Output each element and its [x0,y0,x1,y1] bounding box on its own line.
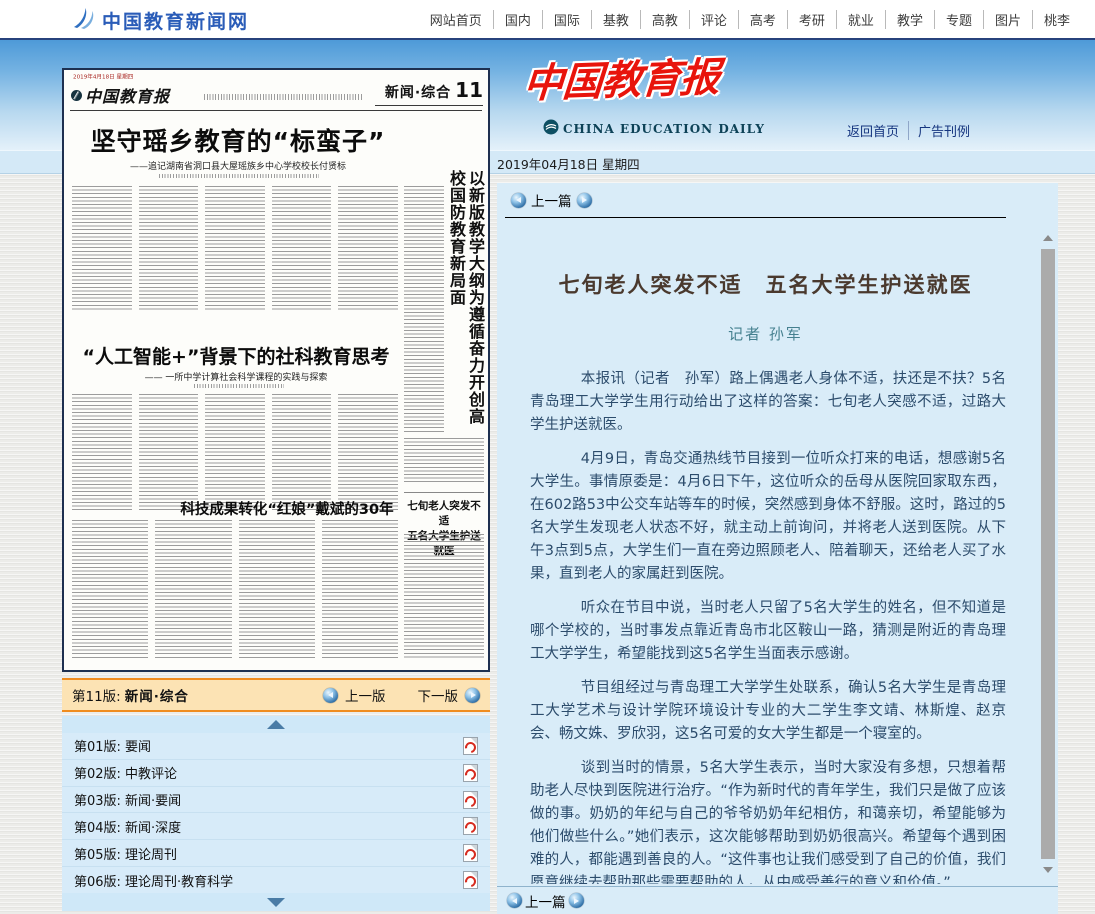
newspaper-masthead-logo: 中国教育报 [71,83,170,107]
newspaper-text-columns-2 [72,394,398,510]
nav-item-taoli[interactable]: 桃李 [1032,10,1081,29]
edition-nav-bar: 第11版: 新闻·综合 上一版 下一版 [62,678,490,712]
newspaper-headline-1-subtitle: ——追记湖南省洞口县大屋瑶族乡中心学校校长付贤标 [88,159,388,172]
nav-item-gaokao[interactable]: 高考 [738,10,787,29]
collapse-arrow-icon [267,720,285,729]
newspaper-text-column-narrow [404,186,444,434]
site-logo[interactable]: 中国教育新闻网 [70,6,249,34]
paragraph: 谈到当时的情景，5名大学生表示，当时大家没有多想，只想着帮助老人尽快到医院进行治… [530,757,1006,884]
nav-item-higher-edu[interactable]: 高教 [640,10,689,29]
paper-brand-calligraphy: 中国教育报 [522,45,722,110]
nav-item-international[interactable]: 国际 [542,10,591,29]
scrollbar-up-arrow[interactable] [1040,231,1056,245]
expand-list-bar[interactable] [62,893,490,911]
article-byline: 记者 孙军 [497,323,1034,344]
nav-item-kaoyan[interactable]: 考研 [787,10,836,29]
pdf-icon[interactable] [463,844,478,862]
collapse-list-bar[interactable] [62,716,490,733]
scrollbar-thumb[interactable] [1041,249,1055,859]
newspaper-right-column: 七旬老人突发不适 五名大学生护送就医 [404,438,484,658]
edition-item-05[interactable]: 第05版: 理论周刊 [62,840,490,867]
newspaper-headline-2: “人工智能+”背景下的社科教育思考 [70,342,402,369]
pdf-icon[interactable] [463,817,478,835]
nav-item-domestic[interactable]: 国内 [493,10,542,29]
article-prev-nav-top: 上一篇 [497,183,1058,217]
site-logo-icon [70,6,96,34]
top-site-bar: 中国教育新闻网 网站首页 国内 国际 基教 高教 评论 高考 考研 就业 教学 … [0,0,1095,38]
prev-edition-link[interactable]: 上一版 [345,685,386,705]
pdf-icon[interactable] [463,791,478,809]
pdf-icon[interactable] [463,871,478,889]
nav-item-jobs[interactable]: 就业 [836,10,885,29]
prev-article-icon-left[interactable] [511,193,526,208]
back-home-link[interactable]: 返回首页 [838,121,908,140]
pdf-icon[interactable] [463,764,478,782]
newspaper-logo-mark [71,90,82,101]
nav-item-comment[interactable]: 评论 [689,10,738,29]
next-edition-icon[interactable] [465,688,480,703]
prev-article-link-top[interactable]: 上一篇 [531,190,572,210]
expand-arrow-icon [267,898,285,907]
edition-item-01[interactable]: 第01版: 要闻 [62,733,490,760]
prev-edition-icon[interactable] [323,688,338,703]
newspaper-masthead-smalltext [204,94,362,100]
next-edition-link[interactable]: 下一版 [418,685,459,705]
newspaper-tiny-date: 2019年4月18日 星期四 [73,73,133,81]
paragraph: 听众在节目中说，当时老人只留了5名大学生的姓名，但不知道是哪个学校的，当时事发点… [530,597,1006,666]
article-panel: 上一篇 七旬老人突发不适 五名大学生护送就医 记者 孙军 本报讯（记者 孙军）路… [497,183,1058,914]
paper-brand-icon [543,119,559,138]
newspaper-text-columns [72,186,398,312]
nav-item-home[interactable]: 网站首页 [419,10,493,29]
prev-article-icon-right[interactable] [577,193,592,208]
article-title: 七旬老人突发不适 五名大学生护送就医 [497,269,1034,299]
top-navigation: 网站首页 国内 国际 基教 高教 评论 高考 考研 就业 教学 专题 图片 桃李 [419,0,1081,38]
header-links: 返回首页 广告刊例 [838,121,979,140]
paper-brand-english: CHINA EDUCATION DAILY [543,119,765,138]
pdf-icon[interactable] [463,737,478,755]
newspaper-edition-rule [375,105,483,106]
newspaper-page-image[interactable]: 2019年4月18日 星期四 中国教育报 新闻·综合 11 坚守瑶乡教育的“标蛮… [62,68,490,672]
article-header-divider [505,217,1006,218]
current-edition-prefix: 第11版: [72,685,121,705]
edition-item-06[interactable]: 第06版: 理论周刊·教育科学 [62,867,490,893]
newspaper-masthead-rule [70,110,482,111]
newspaper-headline-1: 坚守瑶乡教育的“标蛮子” [70,122,406,158]
current-edition-name: 新闻·综合 [125,685,189,705]
article-paragraphs: 本报讯（记者 孙军）路上偶遇老人身体不适，扶还是不扶？5名青岛理工大学学生用行动… [530,368,1006,884]
prev-article-icon-left-bottom[interactable] [507,893,522,908]
nav-item-teaching[interactable]: 教学 [885,10,934,29]
article-content: 七旬老人突发不适 五名大学生护送就医 记者 孙军 本报讯（记者 孙军）路上偶遇老… [497,223,1034,884]
paragraph: 本报讯（记者 孙军）路上偶遇老人身体不适，扶还是不扶？5名青岛理工大学学生用行动… [530,368,1006,437]
edition-item-04[interactable]: 第04版: 新闻·深度 [62,813,490,840]
paragraph: 节目组经过与青岛理工大学学生处联系，确认5名大学生是青岛理工大学艺术与设计学院环… [530,677,1006,746]
newspaper-byline-bar-2 [194,384,284,388]
paragraph: 4月9日，青岛交通热线节目接到一位听众打来的电话，想感谢5名大学生。事情原委是：… [530,448,1006,586]
edition-item-02[interactable]: 第02版: 中教评论 [62,760,490,787]
site-logo-text: 中国教育新闻网 [102,7,249,34]
newspaper-vertical-headline: 以新版教学大纲为遵循奋力开创高校国防教育新局面 [447,170,485,428]
edition-list: 第01版: 要闻 第02版: 中教评论 第03版: 新闻·要闻 第04版: 新闻… [62,733,490,893]
scrollbar-down-arrow[interactable] [1040,863,1056,877]
nav-item-basic-edu[interactable]: 基教 [591,10,640,29]
edition-item-03[interactable]: 第03版: 新闻·要闻 [62,787,490,814]
newspaper-byline-bar [159,174,319,178]
newspaper-headline-3: 科技成果转化“红娘”戴斌的30年 [174,498,400,519]
prev-article-link-bottom[interactable]: 上一篇 [525,891,566,911]
newspaper-text-columns-3 [72,520,398,658]
nav-item-special[interactable]: 专题 [934,10,983,29]
article-prev-nav-bottom: 上一篇 [497,886,1058,914]
ad-rates-link[interactable]: 广告刊例 [908,121,979,140]
prev-article-icon-right-bottom[interactable] [569,893,584,908]
current-date: 2019年04月18日 星期四 [497,154,640,173]
newspaper-headline-2-subtitle: —— 一所中学计算社会科学课程的实践与探索 [84,370,388,383]
newspaper-edition-label: 新闻·综合 11 [385,78,483,102]
nav-item-pictures[interactable]: 图片 [983,10,1032,29]
